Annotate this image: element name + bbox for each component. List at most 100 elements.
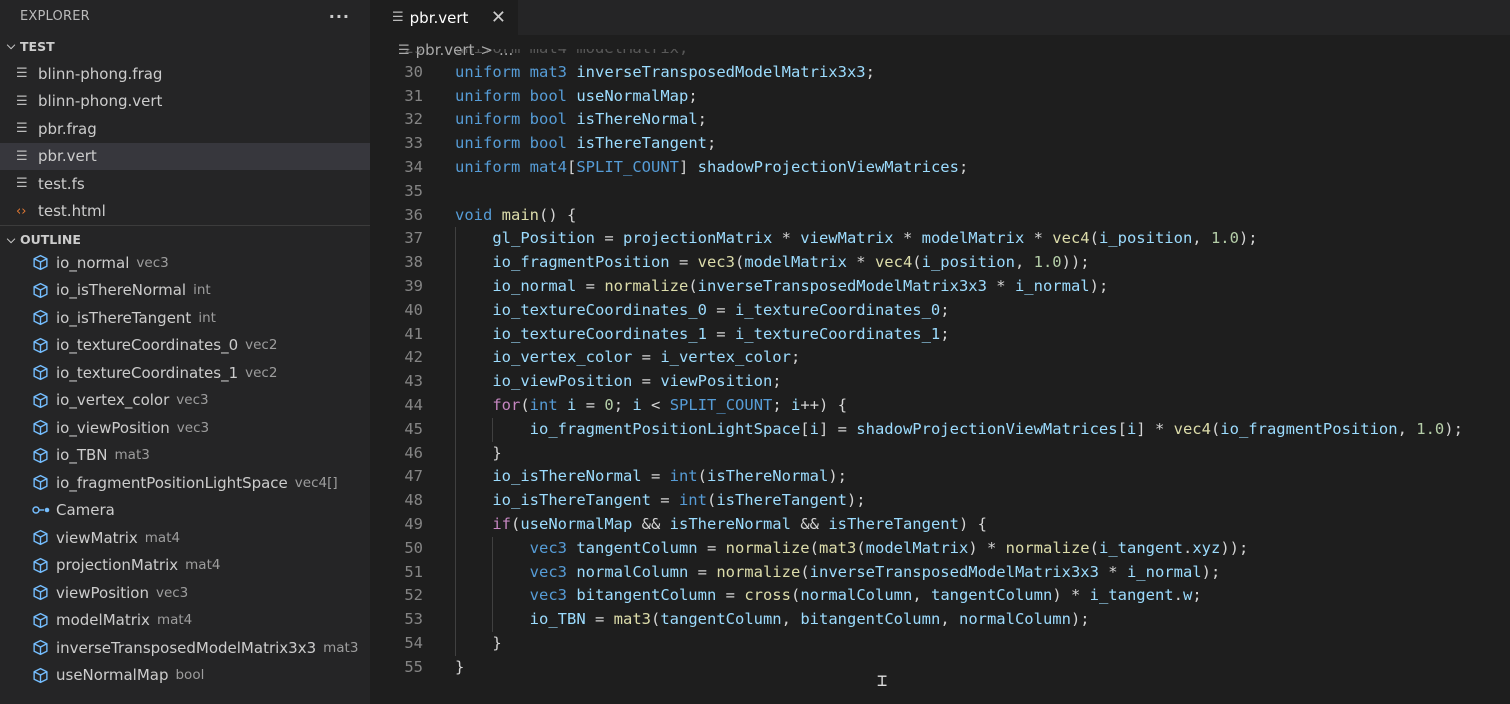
workspace-section-header[interactable]: ⌵ TEST	[0, 32, 370, 60]
file-item[interactable]: ☰ test.fs	[0, 170, 370, 198]
line-number: 49	[404, 515, 423, 533]
outline-item[interactable]: io_viewPosition vec3	[0, 414, 370, 442]
outline-item[interactable]: io_isThereTangent int	[0, 304, 370, 332]
file-name: test.html	[38, 202, 106, 221]
variable-icon	[32, 392, 56, 409]
indent-guide	[455, 275, 456, 299]
outline-item[interactable]: inverseTransposedModelMatrix3x3 mat3	[0, 634, 370, 662]
file-item[interactable]: ☰ blinn-phong.frag	[0, 60, 370, 88]
chevron-down-icon: ⌵	[6, 39, 16, 52]
tab-label: pbr.vert	[409, 8, 469, 27]
code-line: 54 }	[370, 632, 1510, 656]
outline-item-type: mat4	[156, 612, 193, 629]
outline-item[interactable]: io_isThereNormal int	[0, 277, 370, 305]
outline-item[interactable]: io_normal vec3	[0, 249, 370, 277]
line-text: uniform mat3 inverseTransposedModelMatri…	[455, 62, 875, 81]
line-text: vec3 tangentColumn = normalize(mat3(mode…	[529, 538, 1249, 557]
indent-guide	[492, 417, 494, 442]
variable-icon	[32, 474, 56, 491]
variable-icon	[32, 557, 56, 574]
outline-item[interactable]: viewMatrix mat4	[0, 524, 370, 552]
line-text: if(useNormalMap && isThereNormal && isTh…	[492, 515, 987, 533]
outline-item[interactable]: io_textureCoordinates_0 vec2	[0, 332, 370, 360]
outline-item[interactable]: io_fragmentPositionLightSpace vec4[]	[0, 469, 370, 497]
outline-item-name: io_vertex_color	[56, 391, 170, 410]
outline-item[interactable]: viewPosition vec3	[0, 579, 370, 607]
line-text: io_textureCoordinates_0 = i_textureCoord…	[492, 300, 950, 319]
indent-guide	[455, 417, 456, 442]
indent-guide	[455, 251, 456, 275]
close-icon[interactable]: ✕	[491, 7, 506, 28]
indent-guide	[492, 608, 494, 632]
line-number: 38	[404, 253, 423, 272]
chevron-down-icon: ⌵	[6, 232, 16, 246]
line-number: 50	[404, 538, 423, 557]
code-line: 49 if(useNormalMap && isThereNormal && i…	[370, 513, 1510, 537]
code-line: 47 io_isThereNormal = int(isThereNormal)…	[370, 465, 1510, 490]
outline-item-type: mat3	[114, 447, 150, 464]
outline-item[interactable]: useNormalMap bool	[0, 662, 370, 690]
interface-icon	[32, 504, 56, 516]
line-number: 34	[404, 158, 423, 176]
outline-item[interactable]: modelMatrix mat4	[0, 607, 370, 635]
indent-guide	[455, 632, 456, 656]
code-line: 33 uniform bool isThereTangent;	[370, 132, 1510, 156]
outline-item-name: useNormalMap	[56, 666, 169, 685]
outline-item[interactable]: Camera	[0, 497, 370, 525]
outline-item[interactable]: io_textureCoordinates_1 vec2	[0, 359, 370, 387]
file-name: pbr.vert	[38, 147, 97, 166]
line-number: 48	[404, 491, 423, 510]
outline-item-type: vec4[]	[294, 474, 338, 491]
variable-icon	[32, 529, 56, 546]
code-line: 39 io_normal = normalize(inverseTranspos…	[370, 275, 1510, 299]
explorer-title: EXPLORER	[20, 8, 90, 24]
line-number: 42	[404, 348, 423, 367]
outline-item[interactable]: io_vertex_color vec3	[0, 387, 370, 415]
outline-item-name: Camera	[56, 501, 115, 520]
more-actions-icon[interactable]: ···	[329, 7, 350, 26]
code-area[interactable]: 29 uniform mat4 modelMatrix; 30 uniform mat…	[370, 49, 1510, 704]
indent-guide	[455, 298, 456, 323]
line-number: 31	[404, 86, 423, 105]
indent-guide	[455, 560, 456, 585]
line-text: io_TBN = mat3(tangentColumn, bitangentCo…	[529, 610, 1090, 629]
outline-item-name: viewMatrix	[56, 528, 138, 547]
indent-guide	[455, 608, 456, 632]
outline-item-name: viewPosition	[56, 583, 149, 602]
line-text: io_textureCoordinates_1 = i_textureCoord…	[492, 324, 950, 343]
code-line: 45 io_fragmentPositionLightSpace[i] = sh…	[370, 417, 1510, 442]
variable-icon	[32, 337, 56, 354]
variable-icon	[32, 364, 56, 381]
line-text: for(int i = 0; i < SPLIT_COUNT; i++) {	[492, 396, 848, 414]
code-line: 52 vec3 bitangentColumn = cross(normalCo…	[370, 584, 1510, 609]
line-text: io_normal = normalize(inverseTransposedM…	[492, 277, 1109, 295]
code-line: 31 uniform bool useNormalMap;	[370, 85, 1510, 109]
line-number: 43	[404, 372, 423, 391]
variable-icon	[32, 254, 56, 271]
code-line: 44 for(int i = 0; i < SPLIT_COUNT; i++) …	[370, 394, 1510, 418]
outline-item[interactable]: io_TBN mat3	[0, 442, 370, 470]
tab-pbr-vert[interactable]: ☰ pbr.vert ✕	[370, 0, 518, 35]
outline-item-name: io_isThereTangent	[56, 308, 192, 327]
lines-file-icon: ☰	[16, 121, 28, 137]
editor: ☰ pbr.vert ✕ ☰ pbr.vert > ... 29uniform …	[370, 0, 1510, 704]
file-item[interactable]: ☰ pbr.vert	[0, 142, 370, 170]
lines-file-icon: ☰	[16, 176, 28, 192]
code-line: 30 uniform mat3 inverseTransposedModelMat…	[370, 61, 1510, 85]
indent-guide	[492, 584, 494, 609]
outline-item[interactable]: projectionMatrix mat4	[0, 552, 370, 580]
outline-item-type: int	[193, 282, 211, 299]
file-item[interactable]: ☰ blinn-phong.vert	[0, 88, 370, 116]
line-number: 35	[404, 181, 423, 200]
file-name: blinn-phong.vert	[38, 92, 163, 111]
file-name: pbr.frag	[38, 119, 97, 138]
file-item[interactable]: ‹› test.html	[0, 198, 370, 226]
indent-guide	[455, 346, 456, 371]
line-text: vec3 normalColumn = normalize(inverseTra…	[529, 562, 1221, 581]
line-number: 47	[404, 467, 423, 486]
code-line: 38 io_fragmentPosition = vec3(modelMatri…	[370, 251, 1510, 275]
indent-guide	[492, 560, 494, 585]
file-item[interactable]: ☰ pbr.frag	[0, 115, 370, 143]
explorer-header: EXPLORER ···	[0, 0, 370, 32]
outline-item-type: mat4	[144, 529, 181, 546]
